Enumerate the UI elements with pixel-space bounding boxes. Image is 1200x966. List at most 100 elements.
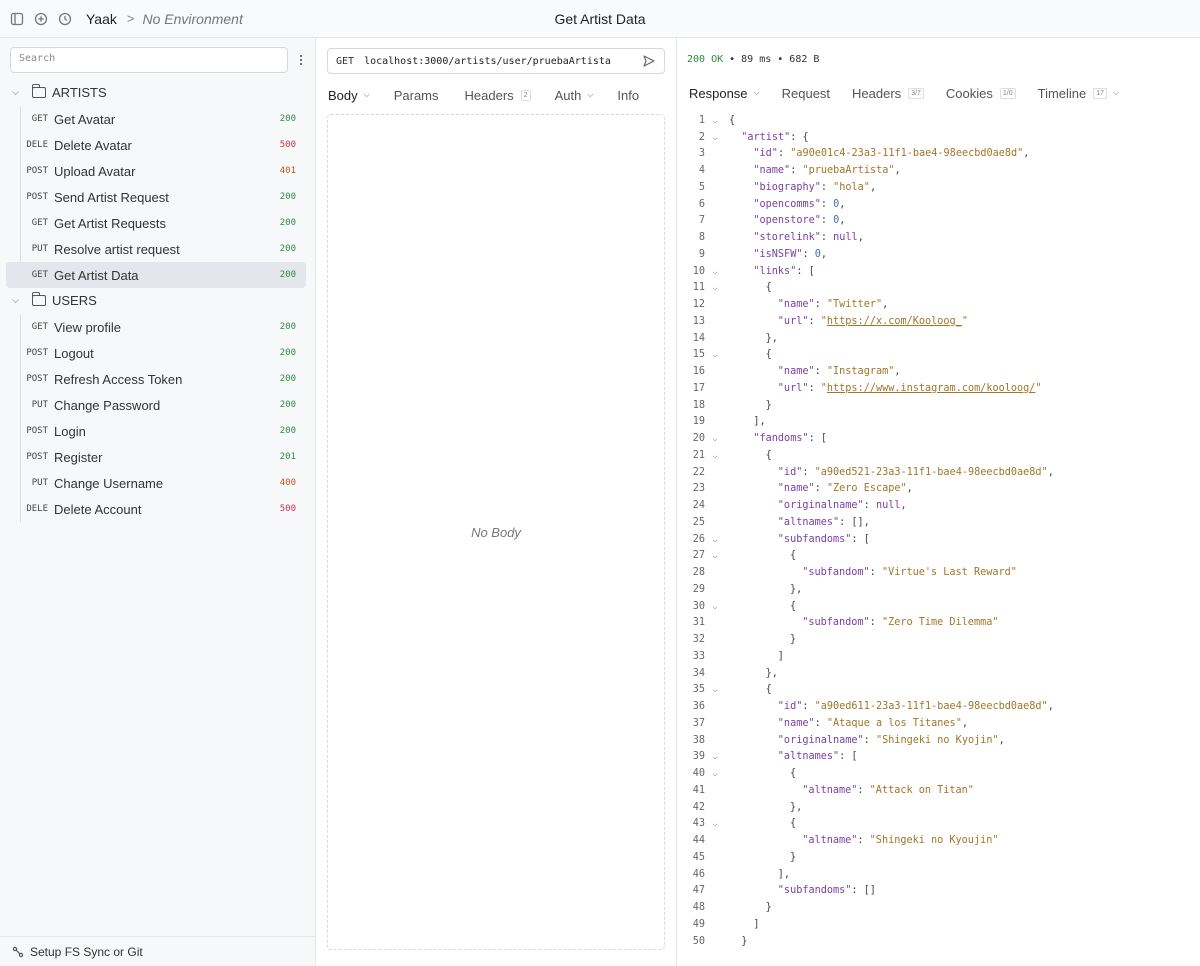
line-content: { <box>725 818 796 829</box>
request-item[interactable]: POST Send Artist Request 200 <box>6 184 306 210</box>
tab-request[interactable]: Request <box>782 86 830 101</box>
json-token: "pruebaArtista" <box>802 165 895 177</box>
fold-chevron-icon[interactable]: ⌵ <box>705 267 725 276</box>
line-number: 23 <box>692 483 705 495</box>
json-link[interactable]: https://x.com/Kooloog_ <box>827 316 962 327</box>
fold-chevron-icon[interactable]: ⌵ <box>705 602 725 611</box>
response-body-viewer[interactable]: 1 ⌵{2 ⌵ "artist": {3 "id": "a90e01c4-23a3-11… <box>677 112 1200 950</box>
json-token: { <box>765 349 772 361</box>
fold-chevron-icon[interactable]: ⌵ <box>705 434 725 443</box>
fold-chevron-icon[interactable]: ⌵ <box>705 819 725 828</box>
fold-chevron-icon[interactable]: ⌵ <box>705 350 725 359</box>
code-line: 2 ⌵ "artist": { <box>677 129 1200 146</box>
line-content: "id": "a90ed611-23a3-11f1-bae4-98eecbd0a… <box>725 701 1054 712</box>
line-content: }, <box>725 333 778 344</box>
json-token: "altnames" <box>777 516 840 528</box>
json-token: ] <box>777 650 784 662</box>
tab-headers[interactable]: Headers 2 <box>465 88 531 103</box>
history-icon[interactable] <box>58 12 72 26</box>
url-bar[interactable]: GET localhost:3000/artists/user/pruebaAr… <box>327 48 665 74</box>
json-link[interactable]: https://www.instagram.com/kooloog/ <box>827 383 1036 394</box>
line-number: 4 <box>698 165 705 177</box>
request-item[interactable]: GET Get Artist Requests 200 <box>6 210 306 236</box>
method-selector[interactable]: GET <box>336 56 354 67</box>
bullet: • <box>729 54 736 65</box>
request-item[interactable]: GET View profile 200 <box>6 314 306 340</box>
json-token: : <box>863 734 876 746</box>
url-input[interactable]: localhost:3000/artists/user/pruebaArtist… <box>364 56 642 67</box>
line-number: 2 <box>698 131 705 143</box>
json-token: "storelink" <box>753 232 821 244</box>
json-token: } <box>741 935 748 947</box>
line-content: { <box>725 450 772 461</box>
json-token: : <box>814 366 827 378</box>
request-item[interactable]: DELE Delete Account 500 <box>6 496 306 522</box>
sync-footer[interactable]: Setup FS Sync or Git <box>0 936 316 966</box>
request-item-active[interactable]: GET Get Artist Data 200 <box>6 262 306 288</box>
send-icon[interactable] <box>642 54 656 68</box>
fold-chevron-icon[interactable]: ⌵ <box>705 752 725 761</box>
request-item[interactable]: PUT Change Password 200 <box>6 392 306 418</box>
response-pane: 200 OK • 89 ms • 682 B Response ⌵ Request… <box>676 38 1200 966</box>
line-content: "name": "Zero Escape", <box>725 483 913 494</box>
code-line: 29}, <box>677 581 1200 598</box>
tab-response[interactable]: Response ⌵ <box>689 86 760 101</box>
environment-selector[interactable]: No Environment <box>142 11 242 27</box>
request-item[interactable]: DELE Delete Avatar 500 <box>6 132 306 158</box>
line-number: 29 <box>692 583 705 595</box>
search-input[interactable]: Search <box>10 47 288 73</box>
json-token: : <box>820 215 834 227</box>
fold-chevron-icon[interactable]: ⌵ <box>705 451 725 460</box>
tab-body[interactable]: Body ⌵ <box>328 88 370 103</box>
folder-artists[interactable]: ⌵ ARTISTS <box>0 80 316 104</box>
tab-timeline[interactable]: Timeline 17 ⌵ <box>1038 86 1120 101</box>
request-item[interactable]: POST Refresh Access Token 200 <box>6 366 306 392</box>
request-item[interactable]: PUT Change Username 400 <box>6 470 306 496</box>
line-content: "altname": "Attack on Titan" <box>725 785 974 796</box>
folder-users[interactable]: ⌵ USERS <box>0 288 316 312</box>
request-pane: GET localhost:3000/artists/user/pruebaAr… <box>317 38 675 966</box>
more-options-icon[interactable] <box>294 50 308 70</box>
status-badge: 200 <box>279 270 296 280</box>
line-number: 5 <box>698 181 705 193</box>
fold-chevron-icon[interactable]: ⌵ <box>705 685 725 694</box>
fold-chevron-icon[interactable]: ⌵ <box>705 116 725 125</box>
request-item[interactable]: POST Logout 200 <box>6 340 306 366</box>
tab-headers[interactable]: Headers 3/7 <box>852 86 924 101</box>
tab-info[interactable]: Info <box>617 88 639 103</box>
line-content: { <box>725 601 796 612</box>
count-badge: 17 <box>1093 87 1108 99</box>
fold-chevron-icon[interactable]: ⌵ <box>705 535 725 544</box>
fold-chevron-icon[interactable]: ⌵ <box>705 769 725 778</box>
json-token: "artist" <box>741 131 791 143</box>
code-line: 26 ⌵ "subfandoms": [ <box>677 531 1200 548</box>
tab-label: Body <box>328 87 358 103</box>
code-line: 27 ⌵ { <box>677 548 1200 565</box>
response-status-line: 200 OK • 89 ms • 682 B <box>687 54 819 65</box>
request-item[interactable]: PUT Resolve artist request 200 <box>6 236 306 262</box>
request-item[interactable]: POST Register 201 <box>6 444 306 470</box>
request-item[interactable]: POST Login 200 <box>6 418 306 444</box>
code-line: 22 "id": "a90ed521-23a3-11f1-bae4-98eecbd… <box>677 464 1200 481</box>
code-line: 15 ⌵ { <box>677 347 1200 364</box>
tab-cookies[interactable]: Cookies 1/0 <box>946 86 1016 101</box>
code-line: 39 ⌵ "altnames": [ <box>677 749 1200 766</box>
method-badge: POST <box>26 452 48 462</box>
tab-params[interactable]: Params <box>394 88 439 103</box>
line-number: 24 <box>692 500 705 512</box>
fold-chevron-icon[interactable]: ⌵ <box>705 133 725 142</box>
code-line: 4 "name": "pruebaArtista", <box>677 162 1200 179</box>
line-number: 16 <box>692 366 705 378</box>
fold-chevron-icon[interactable]: ⌵ <box>705 283 725 292</box>
workspace-name[interactable]: Yaak <box>86 11 117 27</box>
tab-auth[interactable]: Auth ⌵ <box>555 88 594 103</box>
fold-chevron-icon[interactable]: ⌵ <box>705 551 725 560</box>
json-token: " <box>961 315 968 327</box>
request-item[interactable]: POST Upload Avatar 401 <box>6 158 306 184</box>
sidebar-toggle-icon[interactable] <box>10 12 24 26</box>
json-token: ] <box>753 918 760 930</box>
request-item[interactable]: GET Get Avatar 200 <box>6 106 306 132</box>
folder-icon <box>32 291 46 306</box>
code-line: 42}, <box>677 799 1200 816</box>
add-icon[interactable] <box>34 12 48 26</box>
